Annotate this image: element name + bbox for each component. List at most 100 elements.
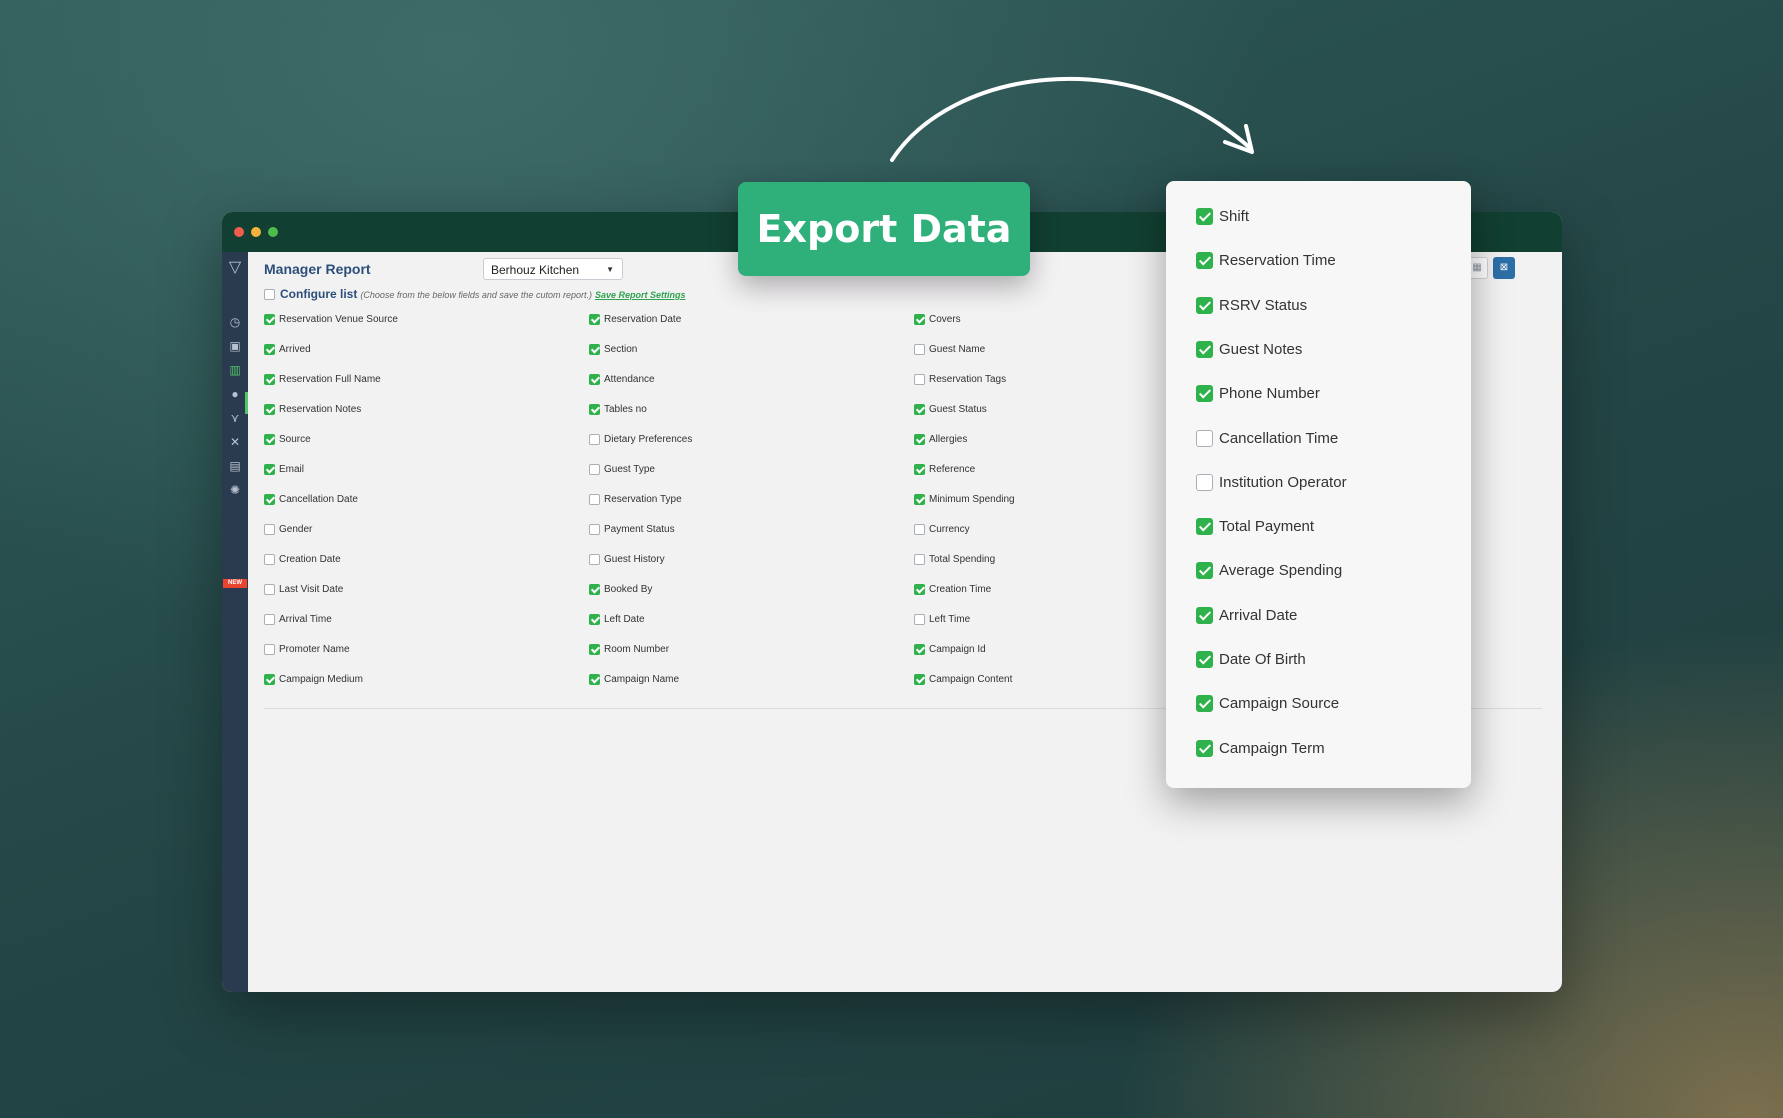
close-window-button[interactable] (234, 227, 244, 237)
popup-option-date-of-birth[interactable]: Date Of Birth (1196, 651, 1306, 668)
field-option-allergies[interactable]: Allergies (914, 434, 967, 445)
settings-icon[interactable]: ✺ (227, 482, 243, 498)
field-option-last-visit-date[interactable]: Last Visit Date (264, 584, 343, 595)
popup-checkbox[interactable] (1196, 651, 1213, 668)
field-option-covers[interactable]: Covers (914, 314, 961, 325)
popup-option-rsrv-status[interactable]: RSRV Status (1196, 296, 1307, 314)
field-checkbox[interactable] (589, 674, 600, 685)
popup-checkbox[interactable] (1196, 252, 1213, 270)
field-option-cancellation-date[interactable]: Cancellation Date (264, 494, 358, 505)
field-checkbox[interactable] (914, 614, 925, 625)
field-option-section[interactable]: Section (589, 344, 637, 355)
popup-checkbox[interactable] (1196, 385, 1213, 403)
popup-checkbox[interactable] (1196, 208, 1213, 225)
field-checkbox[interactable] (589, 464, 600, 475)
maximize-window-button[interactable] (268, 227, 278, 237)
field-checkbox[interactable] (914, 314, 925, 325)
field-checkbox[interactable] (264, 374, 275, 385)
field-option-room-number[interactable]: Room Number (589, 644, 669, 655)
field-checkbox[interactable] (914, 584, 925, 595)
field-option-guest-name[interactable]: Guest Name (914, 344, 985, 355)
field-checkbox[interactable] (914, 374, 925, 385)
field-checkbox[interactable] (264, 344, 275, 355)
field-checkbox[interactable] (264, 614, 275, 625)
field-option-minimum-spending[interactable]: Minimum Spending (914, 494, 1015, 505)
venue-dropdown[interactable]: Berhouz Kitchen ▼ (483, 258, 623, 280)
field-option-source[interactable]: Source (264, 434, 311, 445)
field-option-total-spending[interactable]: Total Spending (914, 554, 995, 565)
field-checkbox[interactable] (264, 554, 275, 565)
field-checkbox[interactable] (589, 554, 600, 565)
popup-checkbox[interactable] (1196, 562, 1213, 580)
field-option-gender[interactable]: Gender (264, 524, 312, 535)
field-option-reservation-venue-source[interactable]: Reservation Venue Source (264, 314, 398, 325)
field-option-dietary-preferences[interactable]: Dietary Preferences (589, 434, 692, 445)
field-option-guest-status[interactable]: Guest Status (914, 404, 987, 415)
field-option-campaign-name[interactable]: Campaign Name (589, 674, 679, 685)
field-option-guest-type[interactable]: Guest Type (589, 464, 655, 475)
logo-icon[interactable]: ▽ (227, 260, 243, 276)
popup-option-institution-operator[interactable]: Institution Operator (1196, 473, 1347, 491)
popup-option-average-spending[interactable]: Average Spending (1196, 562, 1342, 580)
field-checkbox[interactable] (264, 674, 275, 685)
popup-checkbox[interactable] (1196, 739, 1213, 757)
field-checkbox[interactable] (264, 494, 275, 505)
popup-option-arrival-date[interactable]: Arrival Date (1196, 606, 1297, 624)
tools-icon[interactable]: ✕ (227, 434, 243, 450)
field-checkbox[interactable] (264, 314, 275, 325)
field-checkbox[interactable] (589, 584, 600, 595)
field-option-reservation-notes[interactable]: Reservation Notes (264, 404, 361, 415)
popup-checkbox[interactable] (1196, 340, 1213, 358)
field-checkbox[interactable] (914, 404, 925, 415)
field-option-campaign-id[interactable]: Campaign Id (914, 644, 986, 655)
document-icon[interactable]: ▤ (227, 458, 243, 474)
field-checkbox[interactable] (589, 404, 600, 415)
field-checkbox[interactable] (914, 554, 925, 565)
field-checkbox[interactable] (914, 674, 925, 685)
field-checkbox[interactable] (589, 314, 600, 325)
popup-checkbox[interactable] (1196, 473, 1213, 491)
popup-checkbox[interactable] (1196, 606, 1213, 624)
field-checkbox[interactable] (914, 464, 925, 475)
popup-option-campaign-source[interactable]: Campaign Source (1196, 695, 1339, 713)
field-option-reservation-tags[interactable]: Reservation Tags (914, 374, 1006, 385)
field-option-creation-date[interactable]: Creation Date (264, 554, 341, 565)
field-checkbox[interactable] (264, 584, 275, 595)
field-option-arrival-time[interactable]: Arrival Time (264, 614, 332, 625)
popup-option-campaign-term[interactable]: Campaign Term (1196, 739, 1325, 757)
field-option-campaign-medium[interactable]: Campaign Medium (264, 674, 363, 685)
field-checkbox[interactable] (264, 434, 275, 445)
save-report-settings-link[interactable]: Save Report Settings (595, 290, 686, 300)
popup-option-phone-number[interactable]: Phone Number (1196, 385, 1320, 403)
field-checkbox[interactable] (264, 404, 275, 415)
popup-option-guest-notes[interactable]: Guest Notes (1196, 340, 1302, 358)
field-option-promoter-name[interactable]: Promoter Name (264, 644, 350, 655)
popup-checkbox[interactable] (1196, 518, 1213, 536)
field-checkbox[interactable] (264, 524, 275, 535)
field-checkbox[interactable] (589, 614, 600, 625)
field-checkbox[interactable] (914, 344, 925, 355)
field-option-left-time[interactable]: Left Time (914, 614, 970, 625)
field-option-reservation-full-name[interactable]: Reservation Full Name (264, 374, 381, 385)
field-option-campaign-content[interactable]: Campaign Content (914, 674, 1012, 685)
field-option-creation-time[interactable]: Creation Time (914, 584, 991, 595)
field-option-payment-status[interactable]: Payment Status (589, 524, 675, 535)
popup-checkbox[interactable] (1196, 429, 1213, 447)
field-option-currency[interactable]: Currency (914, 524, 970, 535)
field-checkbox[interactable] (914, 524, 925, 535)
popup-option-reservation-time[interactable]: Reservation Time (1196, 252, 1336, 270)
field-checkbox[interactable] (589, 434, 600, 445)
reports-icon[interactable]: ▥ (227, 362, 243, 378)
field-option-attendance[interactable]: Attendance (589, 374, 655, 385)
field-checkbox[interactable] (589, 344, 600, 355)
field-checkbox[interactable] (589, 644, 600, 655)
field-option-arrived[interactable]: Arrived (264, 344, 311, 355)
field-option-reference[interactable]: Reference (914, 464, 975, 475)
field-option-guest-history[interactable]: Guest History (589, 554, 665, 565)
field-option-reservation-type[interactable]: Reservation Type (589, 494, 682, 505)
popup-option-shift[interactable]: Shift (1196, 208, 1249, 225)
popup-checkbox[interactable] (1196, 695, 1213, 713)
user-icon[interactable]: ● (227, 386, 243, 402)
popup-option-cancellation-time[interactable]: Cancellation Time (1196, 429, 1338, 447)
field-option-left-date[interactable]: Left Date (589, 614, 645, 625)
